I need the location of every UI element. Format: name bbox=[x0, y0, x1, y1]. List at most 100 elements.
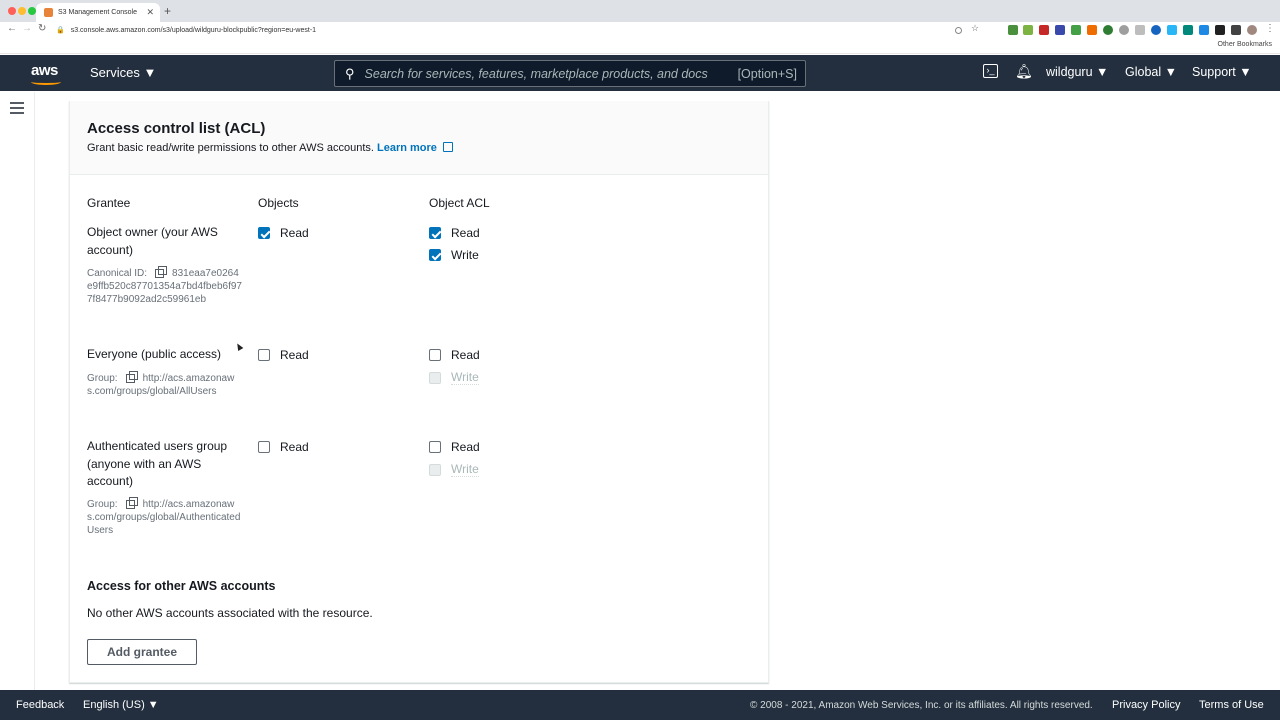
sidebar-divider bbox=[34, 92, 35, 690]
checkbox-owner-acl-read[interactable]: Read bbox=[429, 226, 480, 240]
browser-menu-icon[interactable]: ⋮ bbox=[1265, 23, 1275, 34]
page-title: Access control list (ACL) bbox=[87, 120, 266, 137]
grantee-id: Canonical ID: 831eaa7e0264e9ffb520c877013… bbox=[87, 266, 242, 306]
other-accounts-title: Access for other AWS accounts bbox=[87, 579, 276, 593]
address-bar[interactable]: 🔒 s3.console.aws.amazon.com/s3/upload/wi… bbox=[56, 24, 976, 36]
other-bookmarks[interactable]: Other Bookmarks bbox=[1218, 41, 1272, 48]
privacy-policy-link[interactable]: Privacy Policy bbox=[1112, 699, 1180, 711]
grantee-name: Authenticated users group (anyone with a… bbox=[87, 439, 228, 488]
extension-icon[interactable] bbox=[1183, 25, 1193, 35]
checkbox-authenticated-acl-read[interactable]: Read bbox=[429, 440, 480, 454]
extension-icon[interactable] bbox=[1087, 25, 1097, 35]
checkbox-label: Read bbox=[451, 440, 480, 454]
extension-icon[interactable] bbox=[1167, 25, 1177, 35]
checkbox[interactable] bbox=[258, 227, 270, 239]
grantee-id-label: Canonical ID: bbox=[87, 268, 148, 279]
aws-smile-icon bbox=[31, 79, 61, 85]
other-accounts-description: No other AWS accounts associated with th… bbox=[87, 606, 373, 620]
close-tab-icon[interactable]: ✕ bbox=[146, 7, 154, 18]
reload-icon[interactable]: ↻ bbox=[38, 23, 46, 34]
acl-description-text: Grant basic read/write permissions to ot… bbox=[87, 142, 374, 154]
hamburger-menu-icon[interactable] bbox=[10, 102, 24, 114]
checkbox-label: Read bbox=[451, 348, 480, 362]
services-menu[interactable]: Services ▼ bbox=[90, 65, 156, 80]
acl-panel: Access control list (ACL) Grant basic re… bbox=[69, 101, 769, 683]
checkbox[interactable] bbox=[429, 441, 441, 453]
checkbox[interactable] bbox=[429, 227, 441, 239]
checkbox-label: Write bbox=[451, 248, 479, 262]
acl-panel-header: Access control list (ACL) Grant basic re… bbox=[70, 101, 768, 175]
learn-more-link[interactable]: Learn more bbox=[377, 142, 453, 154]
browser-tab[interactable]: S3 Management Console ✕ bbox=[36, 3, 160, 22]
bell-icon[interactable]: 🔔︎ bbox=[1015, 63, 1033, 80]
external-link-icon bbox=[442, 142, 453, 152]
support-menu[interactable]: Support ▼ bbox=[1192, 65, 1252, 79]
back-arrow-icon[interactable]: ← bbox=[7, 23, 17, 34]
checkbox[interactable] bbox=[258, 349, 270, 361]
aws-top-nav: aws Services ▼ ⚲ Search for services, fe… bbox=[0, 55, 1280, 91]
extension-icon[interactable] bbox=[1215, 25, 1225, 35]
checkbox[interactable] bbox=[429, 349, 441, 361]
checkbox-everyone-acl-read[interactable]: Read bbox=[429, 348, 480, 362]
aws-footer: Feedback English (US) ▼ © 2008 - 2021, A… bbox=[0, 690, 1280, 720]
zoom-window-icon[interactable] bbox=[28, 7, 36, 15]
checkbox-label: Read bbox=[280, 226, 309, 240]
minimize-window-icon[interactable] bbox=[18, 7, 26, 15]
grantee-id-label: Group: bbox=[87, 499, 118, 510]
account-menu[interactable]: wildguru ▼ bbox=[1046, 65, 1108, 79]
s3-favicon-icon bbox=[44, 8, 53, 17]
column-header-grantee: Grantee bbox=[87, 196, 131, 210]
search-icon: ⚲ bbox=[345, 65, 355, 81]
extension-icon[interactable] bbox=[1039, 25, 1049, 35]
bookmarks-bar: Other Bookmarks bbox=[0, 38, 1280, 54]
grantee-id: Group: http://acs.amazonaws.com/groups/gl… bbox=[87, 497, 242, 537]
checkbox-authenticated-acl-write: Write bbox=[429, 462, 479, 477]
extension-icon[interactable] bbox=[1071, 25, 1081, 35]
extension-icon[interactable] bbox=[1055, 25, 1065, 35]
extension-icon[interactable] bbox=[1103, 25, 1113, 35]
checkbox bbox=[429, 371, 441, 384]
browser-tab-strip: S3 Management Console ✕ + bbox=[0, 0, 1280, 22]
extension-icon[interactable] bbox=[1119, 25, 1129, 35]
lock-icon: 🔒 bbox=[56, 27, 65, 34]
checkbox-authenticated-objects-read[interactable]: Read bbox=[258, 440, 309, 454]
extension-icon[interactable] bbox=[1151, 25, 1161, 35]
aws-logo[interactable]: aws bbox=[31, 62, 58, 79]
profile-avatar[interactable] bbox=[1247, 25, 1257, 35]
zoom-magnifier-icon[interactable] bbox=[955, 27, 962, 34]
checkbox-everyone-objects-read[interactable]: Read bbox=[258, 348, 309, 362]
grantee-id: Group: http://acs.amazonaws.com/groups/gl… bbox=[87, 371, 242, 398]
acl-description: Grant basic read/write permissions to ot… bbox=[87, 142, 453, 154]
copyright-text: © 2008 - 2021, Amazon Web Services, Inc.… bbox=[750, 700, 1093, 711]
region-menu[interactable]: Global ▼ bbox=[1125, 65, 1177, 79]
feedback-link[interactable]: Feedback bbox=[16, 699, 64, 711]
extension-icon[interactable] bbox=[1135, 25, 1145, 35]
add-grantee-button[interactable]: Add grantee bbox=[87, 639, 197, 665]
extension-icon[interactable] bbox=[1008, 25, 1018, 35]
grantee-name: Object owner (your AWS account) bbox=[87, 225, 218, 257]
checkbox-owner-objects-read[interactable]: Read bbox=[258, 226, 309, 240]
terms-of-use-link[interactable]: Terms of Use bbox=[1199, 699, 1264, 711]
grantee-name: Everyone (public access) bbox=[87, 347, 222, 361]
checkbox-owner-acl-write[interactable]: Write bbox=[429, 248, 479, 262]
search-input[interactable]: ⚲ Search for services, features, marketp… bbox=[334, 60, 806, 87]
checkbox-label: Read bbox=[280, 440, 309, 454]
close-window-icon[interactable] bbox=[8, 7, 16, 15]
copy-icon[interactable] bbox=[125, 497, 138, 509]
checkbox[interactable] bbox=[258, 441, 270, 453]
checkbox-label: Write bbox=[451, 370, 479, 385]
puzzle-extensions-icon[interactable] bbox=[1231, 25, 1241, 35]
cloudshell-icon[interactable]: ›_ bbox=[983, 64, 998, 78]
checkbox[interactable] bbox=[429, 249, 441, 261]
checkbox-everyone-acl-write: Write bbox=[429, 370, 479, 385]
copy-icon[interactable] bbox=[155, 266, 168, 278]
forward-arrow-icon[interactable]: → bbox=[22, 23, 32, 34]
language-selector[interactable]: English (US) ▼ bbox=[83, 699, 159, 711]
extension-icon[interactable] bbox=[1023, 25, 1033, 35]
copy-icon[interactable] bbox=[125, 371, 138, 383]
checkbox-label: Read bbox=[280, 348, 309, 362]
new-tab-button[interactable]: + bbox=[164, 4, 171, 18]
bookmark-star-icon[interactable]: ☆ bbox=[971, 23, 979, 34]
checkbox bbox=[429, 463, 441, 476]
extension-icon[interactable] bbox=[1199, 25, 1209, 35]
